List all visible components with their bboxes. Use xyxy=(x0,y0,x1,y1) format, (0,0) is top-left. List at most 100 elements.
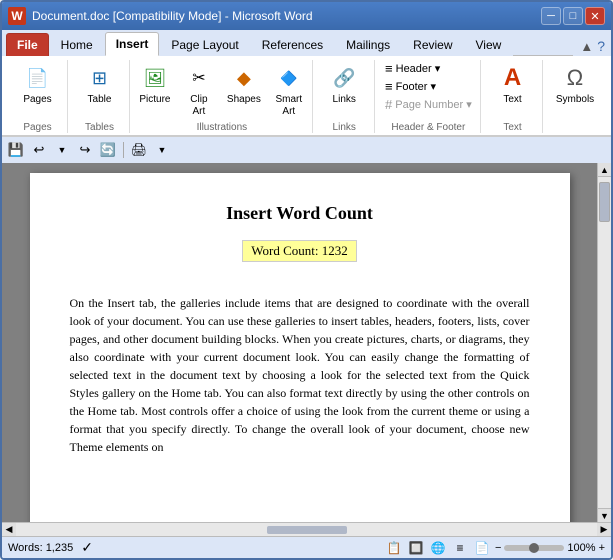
zoom-in-button[interactable]: + xyxy=(599,542,605,554)
document-page: Insert Word Count Word Count: 1232 On th… xyxy=(30,173,570,522)
help-question-icon[interactable]: ? xyxy=(597,38,605,54)
document-container: Insert Word Count Word Count: 1232 On th… xyxy=(2,163,611,522)
view-draft-icon[interactable]: 📄 xyxy=(473,539,491,557)
view-full-icon[interactable]: 🔲 xyxy=(407,539,425,557)
header-label: Header ▾ xyxy=(396,62,441,75)
shapes-button[interactable]: ◆ Shapes xyxy=(223,60,265,108)
scroll-left-button[interactable]: ◀ xyxy=(2,523,16,536)
document-scroll-area[interactable]: Insert Word Count Word Count: 1232 On th… xyxy=(2,163,597,522)
status-bar: Words: 1,235 ✓ 📋 🔲 🌐 ≡ 📄 − 100% + xyxy=(2,536,611,558)
application-window: W Document.doc [Compatibility Mode] - Mi… xyxy=(0,0,613,560)
save-qa-button[interactable]: 💾 xyxy=(6,140,26,160)
close-button[interactable]: ✕ xyxy=(585,7,605,25)
picture-icon: 🖼 xyxy=(139,62,171,94)
view-web-icon[interactable]: 🌐 xyxy=(429,539,447,557)
zoom-slider[interactable] xyxy=(504,545,564,551)
ribbon-group-tables: ⊞ Table Tables xyxy=(70,60,130,133)
status-bar-left: Words: 1,235 ✓ xyxy=(8,539,93,556)
text-group-items: A Text xyxy=(493,60,533,120)
word-count-container: Word Count: 1232 xyxy=(70,240,530,278)
ribbon-group-text: A Text Text xyxy=(483,60,543,133)
scroll-right-button[interactable]: ▶ xyxy=(597,523,611,536)
tab-references[interactable]: References xyxy=(251,33,334,56)
quick-access-toolbar: 💾 ↩ ▼ ↪ 🔄 🖨 ▼ xyxy=(2,137,611,163)
ribbon-group-header-footer: ≡ Header ▾ ≡ Footer ▾ # Page Number ▾ xyxy=(377,60,481,133)
symbols-icon: Ω xyxy=(559,62,591,94)
text-group-label: Text xyxy=(503,122,521,133)
undo-dropdown-button[interactable]: ▼ xyxy=(52,140,72,160)
tab-insert[interactable]: Insert xyxy=(105,32,160,56)
table-button[interactable]: ⊞ Table xyxy=(80,60,120,108)
scroll-thumb[interactable] xyxy=(599,182,610,222)
tab-mailings[interactable]: Mailings xyxy=(335,33,401,56)
word-count-status: Words: 1,235 xyxy=(8,542,73,554)
redo-qa-button[interactable]: ↪ xyxy=(75,140,95,160)
links-group-items: 🔗 Links xyxy=(324,60,364,120)
horizontal-scrollbar[interactable]: ◀ ▶ xyxy=(2,522,611,536)
word-count-value: 1232 xyxy=(322,243,348,258)
vertical-scrollbar[interactable]: ▲ ▼ xyxy=(597,163,611,522)
tab-file[interactable]: File xyxy=(6,33,49,56)
smartart-label: SmartArt xyxy=(275,94,302,118)
page-number-icon: # xyxy=(385,97,392,112)
text-button[interactable]: A Text xyxy=(493,60,533,108)
pages-label: Pages xyxy=(23,94,51,106)
tab-review[interactable]: Review xyxy=(402,33,463,56)
picture-label: Picture xyxy=(139,94,170,106)
page-number-button[interactable]: # Page Number ▾ xyxy=(382,96,475,113)
smartart-button[interactable]: 🔷 SmartArt xyxy=(269,60,309,120)
footer-icon: ≡ xyxy=(385,79,393,94)
refresh-qa-button[interactable]: 🔄 xyxy=(98,140,118,160)
ribbon-content: 📄 Pages Pages ⊞ Table Tables xyxy=(2,56,611,136)
zoom-slider-thumb[interactable] xyxy=(529,543,539,553)
footer-button[interactable]: ≡ Footer ▾ xyxy=(382,78,475,95)
links-button[interactable]: 🔗 Links xyxy=(324,60,364,108)
symbols-label: Symbols xyxy=(556,94,594,106)
tables-group-label: Tables xyxy=(85,122,114,133)
tab-page-layout[interactable]: Page Layout xyxy=(160,33,249,56)
header-footer-items: ≡ Header ▾ ≡ Footer ▾ # Page Number ▾ xyxy=(382,60,475,113)
picture-button[interactable]: 🖼 Picture xyxy=(135,60,175,108)
ribbon-group-pages: 📄 Pages Pages xyxy=(8,60,68,133)
clip-art-label: ClipArt xyxy=(190,94,207,118)
table-label: Table xyxy=(88,94,112,106)
text-label: Text xyxy=(503,94,521,106)
more-qa-button[interactable]: ▼ xyxy=(152,140,172,160)
qa-separator xyxy=(123,142,124,158)
undo-qa-button[interactable]: ↩ xyxy=(29,140,49,160)
header-footer-group-items: ≡ Header ▾ ≡ Footer ▾ # Page Number ▾ xyxy=(382,60,475,120)
pages-icon: 📄 xyxy=(22,62,54,94)
symbols-group-items: Ω Symbols xyxy=(552,60,598,131)
minimize-button[interactable]: ─ xyxy=(541,7,561,25)
title-bar-left: W Document.doc [Compatibility Mode] - Mi… xyxy=(8,7,313,25)
scroll-up-button[interactable]: ▲ xyxy=(598,163,611,177)
symbols-button[interactable]: Ω Symbols xyxy=(552,60,598,108)
document-title: Insert Word Count xyxy=(70,203,530,224)
scroll-track[interactable] xyxy=(598,177,611,508)
print-qa-button[interactable]: 🖨 xyxy=(129,140,149,160)
header-footer-group-label: Header & Footer xyxy=(391,122,465,133)
zoom-controls: − 100% + xyxy=(495,542,605,554)
help-icon[interactable]: ▲ xyxy=(580,39,593,54)
h-scroll-track[interactable] xyxy=(16,523,597,536)
tables-group-items: ⊞ Table xyxy=(80,60,120,120)
footer-label: Footer ▾ xyxy=(396,80,436,93)
view-print-icon[interactable]: 📋 xyxy=(385,539,403,557)
shapes-label: Shapes xyxy=(227,94,261,106)
proofing-icon[interactable]: ✓ xyxy=(81,539,93,556)
title-bar: W Document.doc [Compatibility Mode] - Mi… xyxy=(2,2,611,30)
tab-home[interactable]: Home xyxy=(50,33,104,56)
pages-group-label: Pages xyxy=(23,122,51,133)
view-outline-icon[interactable]: ≡ xyxy=(451,539,469,557)
zoom-out-button[interactable]: − xyxy=(495,542,501,554)
document-body: On the Insert tab, the galleries include… xyxy=(70,294,530,456)
clip-art-button[interactable]: ✂ ClipArt xyxy=(179,60,219,120)
maximize-button[interactable]: □ xyxy=(563,7,583,25)
scroll-down-button[interactable]: ▼ xyxy=(598,508,611,522)
tab-view[interactable]: View xyxy=(465,33,513,56)
pages-button[interactable]: 📄 Pages xyxy=(18,60,58,108)
illustrations-group-items: 🖼 Picture ✂ ClipArt ◆ Shapes 🔷 SmartArt xyxy=(135,60,309,120)
h-scroll-thumb[interactable] xyxy=(267,526,347,534)
window-title: Document.doc [Compatibility Mode] - Micr… xyxy=(32,9,313,23)
header-button[interactable]: ≡ Header ▾ xyxy=(382,60,475,77)
